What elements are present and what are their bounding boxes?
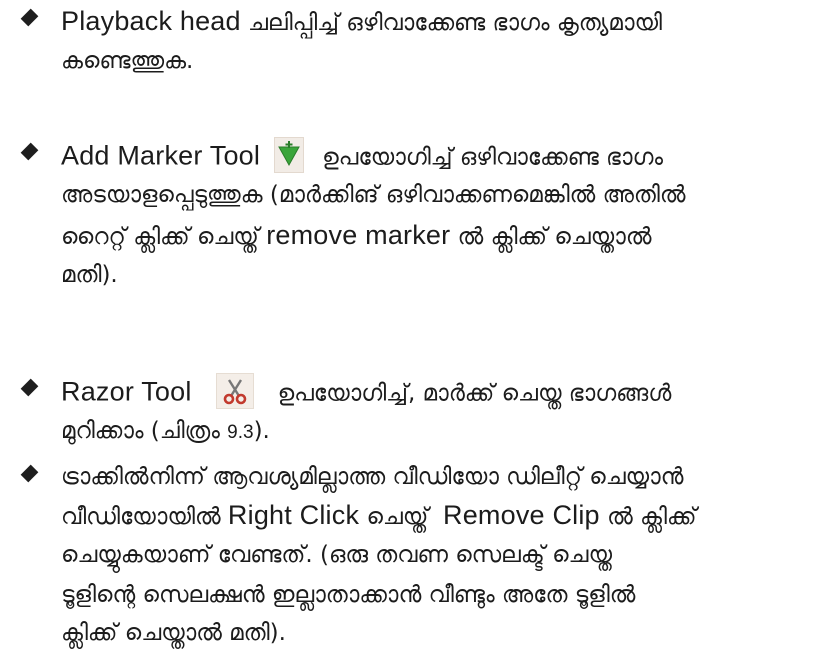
term-razor-tool: Razor Tool — [61, 376, 192, 407]
text-line: റൈറ്റ് ക്ലിക്ക് ചെയ്ത് remove marker ൽ ക… — [61, 220, 809, 252]
text-line: ടൂളിന്റെ സെലക്ഷൻ ഇല്ലാതാക്കാൻ വീണ്ടും അത… — [61, 580, 809, 610]
term-remove-clip: Remove Clip — [443, 500, 600, 530]
document-page: Playback head ചലിപ്പിച്ച് ഒഴിവാക്കേണ്ട ഭ… — [0, 0, 816, 656]
text-line: അടയാളപ്പെടുത്തുക (മാർക്കിങ് ഒഴിവാക്കണമെങ… — [61, 180, 809, 210]
term-add-marker-tool: Add Marker Tool — [61, 140, 261, 171]
text-line: Razor Tool ഉപയോഗിച്ച്, മാർക്ക് ചെയ്ത ഭാഗങ… — [61, 373, 809, 412]
text-span: ഉപയോഗിച്ച്, മാർക്ക് ചെയ്ത ഭാഗങ്ങൾ — [277, 380, 672, 407]
text-span: അടയാളപ്പെടുത്തുക (മാർക്കിങ് ഒഴിവാക്കണമെങ… — [61, 182, 686, 208]
list-item-razor-tool: Razor Tool ഉപയോഗിച്ച്, മാർക്ക് ചെയ്ത ഭാഗങ… — [0, 372, 816, 452]
add-marker-icon — [274, 137, 305, 173]
razor-scissors-icon — [215, 373, 254, 409]
text-line: വീഡിയോയിൽ Right Click ചെയ്ത് Remove Clip… — [61, 500, 809, 532]
text-span: ട്രാക്കിൽനിന്ന് ആവശ്യമില്ലാത്ത വീഡിയോ ഡി… — [61, 464, 684, 490]
text-span: ൽ ക്ലിക്ക് ചെയ്താൽ — [450, 224, 652, 250]
diamond-bullet-icon — [20, 8, 39, 27]
text-span: ചെയ്ത് — [359, 504, 429, 530]
text-line: മുറിക്കാം (ചിത്രം 9.3). — [61, 416, 809, 448]
text-line: ചെയ്യുകയാണ് വേണ്ടത്. (ഒരു തവണ സെലക്ട് ചെ… — [61, 540, 809, 570]
text-span: ക്ലിക്ക് ചെയ്താൽ മതി). — [61, 620, 286, 646]
term-playback-head: Playback head — [61, 6, 241, 36]
text-span: കണ്ടെത്തുക. — [61, 48, 194, 74]
text-span: ൽ ക്ലിക്ക് — [599, 504, 697, 530]
text-span: മുറിക്കാം (ചിത്രം — [61, 418, 228, 444]
text-span: മതി). — [61, 262, 118, 288]
text-line: മതി). — [61, 260, 809, 290]
text-line: Playback head ചലിപ്പിച്ച് ഒഴിവാക്കേണ്ട ഭ… — [61, 6, 809, 38]
text-span: ഉപയോഗിച്ച് ഒഴിവാക്കേണ്ട ഭാഗം — [322, 144, 664, 171]
diamond-bullet-icon — [20, 464, 39, 483]
text-line: ട്രാക്കിൽനിന്ന് ആവശ്യമില്ലാത്ത വീഡിയോ ഡി… — [61, 462, 809, 492]
diamond-bullet-icon — [20, 378, 39, 397]
text-span: ). — [253, 418, 270, 444]
term-right-click: Right Click — [227, 500, 360, 530]
text-line: കണ്ടെത്തുക. — [61, 46, 809, 76]
text-span: വീഡിയോയിൽ — [61, 504, 228, 530]
list-item-remove-clip: ട്രാക്കിൽനിന്ന് ആവശ്യമില്ലാത്ത വീഡിയോ ഡി… — [0, 458, 816, 658]
text-span: റൈറ്റ് ക്ലിക്ക് ചെയ്ത് — [61, 224, 267, 250]
term-remove-marker: remove marker — [266, 220, 451, 250]
list-item-playback-head: Playback head ചലിപ്പിച്ച് ഒഴിവാക്കേണ്ട ഭ… — [0, 2, 816, 92]
text-span: ടൂളിന്റെ സെലക്ഷൻ ഇല്ലാതാക്കാൻ വീണ്ടും അത… — [61, 582, 636, 608]
diamond-bullet-icon — [20, 142, 39, 161]
text-span: ചെയ്യുകയാണ് വേണ്ടത്. (ഒരു തവണ സെലക്ട് ചെ… — [61, 542, 612, 568]
text-line: ക്ലിക്ക് ചെയ്താൽ മതി). — [61, 618, 809, 648]
figure-number: 9.3 — [227, 422, 254, 443]
list-item-add-marker-tool: Add Marker Tool ഉപയോഗിച്ച് ഒഴിവാക്കേണ്ട ഭ… — [0, 136, 816, 326]
text-line: Add Marker Tool ഉപയോഗിച്ച് ഒഴിവാക്കേണ്ട ഭ… — [61, 137, 809, 176]
text-span: ചലിപ്പിച്ച് ഒഴിവാക്കേണ്ട ഭാഗം കൃത്യമായി — [240, 10, 663, 36]
